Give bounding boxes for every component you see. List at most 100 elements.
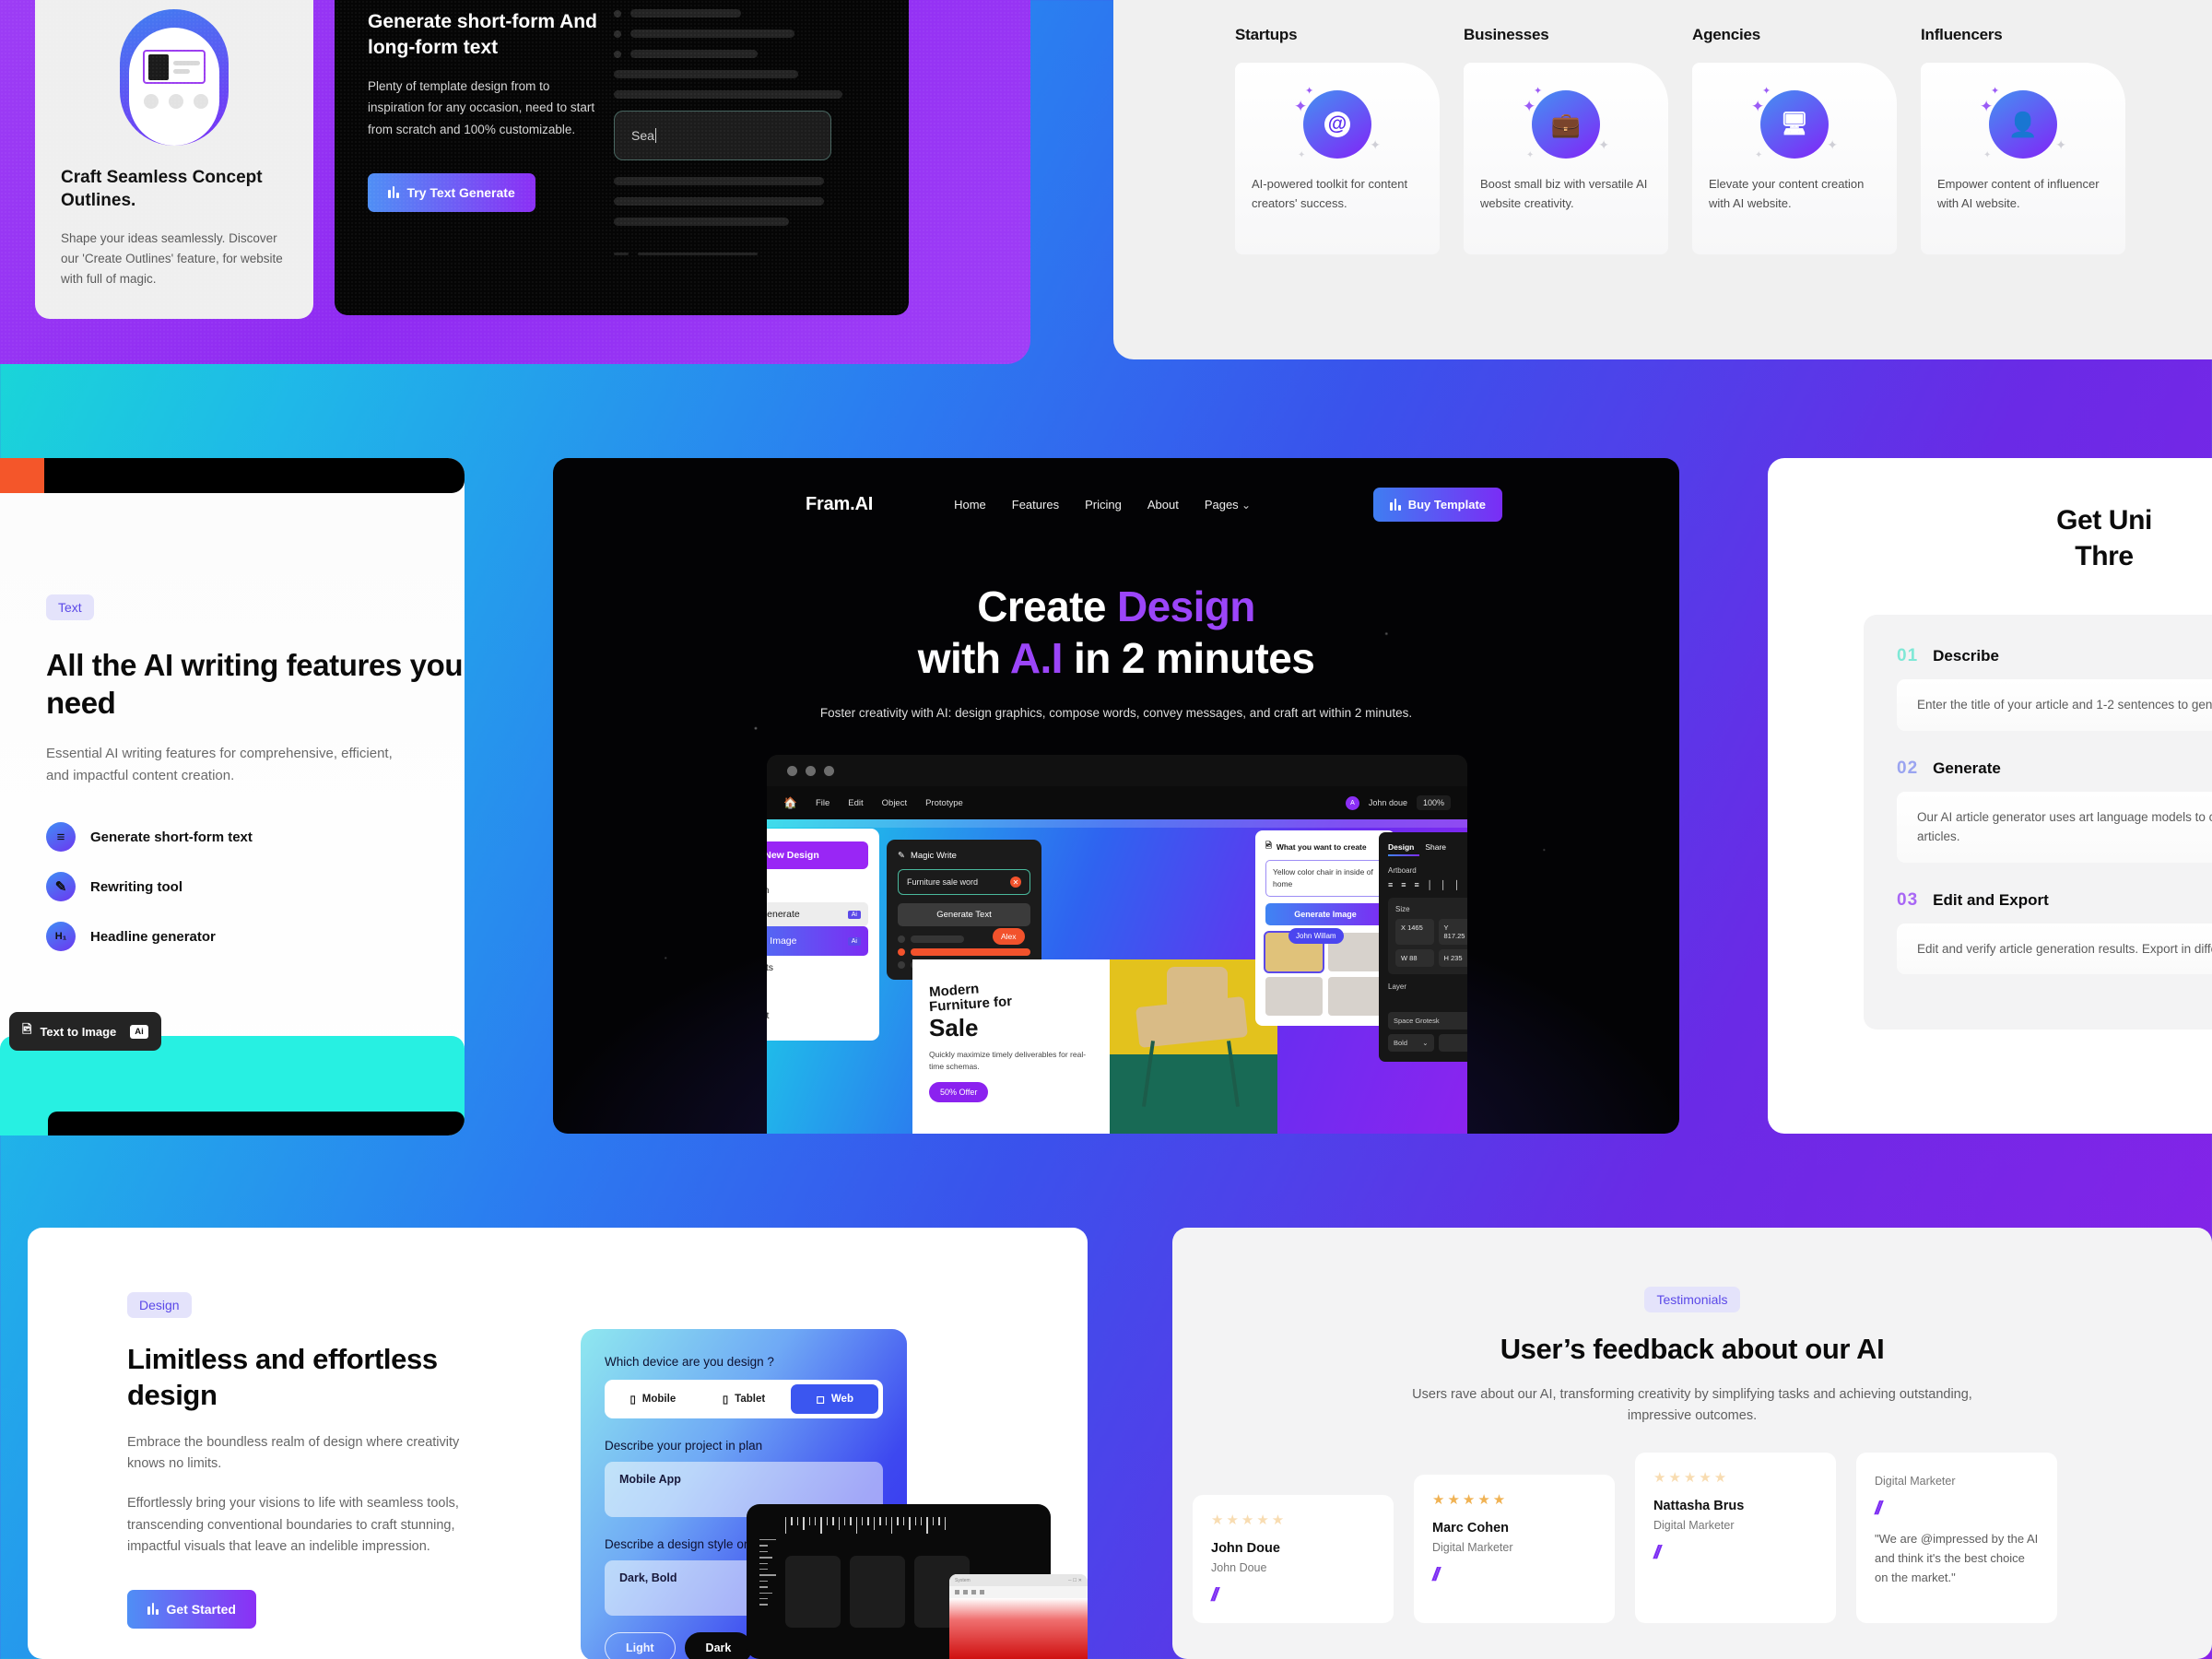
image-results bbox=[1264, 930, 1385, 1016]
align-tools[interactable]: ≡ ≡ ≡ │ │ │ bbox=[1388, 880, 1467, 889]
briefcase-icon: 💼 ✦ ✦ ✦ ✦ bbox=[1523, 86, 1609, 160]
size-x[interactable]: X 1465 bbox=[1395, 919, 1434, 945]
nav-item-pricing[interactable]: Pricing bbox=[1085, 498, 1122, 512]
size-w[interactable]: W 88 bbox=[1395, 949, 1434, 967]
steps-heading-line1: Get Uni bbox=[2056, 505, 2152, 535]
buy-template-button[interactable]: Buy Template bbox=[1373, 488, 1502, 522]
limitless-design-panel: Design Limitless and effortless design E… bbox=[28, 1228, 1088, 1659]
sidebar-item-layout[interactable]: ▤Layout bbox=[767, 1004, 868, 1028]
theme-option-dark[interactable]: Dark bbox=[684, 1632, 753, 1659]
search-input[interactable]: Sea bbox=[614, 111, 831, 160]
hero-section: Fram.AI Home Features Pricing About Page… bbox=[553, 458, 1679, 1134]
testimonials-heading: User’s feedback about our AI bbox=[1500, 1333, 1885, 1365]
feature-label: Rewriting tool bbox=[90, 878, 182, 895]
step-number: 03 bbox=[1897, 889, 1919, 910]
list-item: ★★★★★ Nattasha Brus Digital Marketer // bbox=[1635, 1453, 1836, 1623]
size-y[interactable]: Y 817.25 bbox=[1438, 919, 1467, 945]
new-design-button[interactable]: New Design bbox=[767, 841, 868, 869]
window-controls[interactable] bbox=[767, 755, 1467, 786]
sidebar-item-elements[interactable]: ◇Elemets bbox=[767, 956, 868, 980]
outline-illustration-icon bbox=[120, 9, 229, 146]
align-bottom-icon: │ bbox=[1454, 880, 1460, 889]
buy-template-label: Buy Template bbox=[1407, 498, 1486, 512]
avatar: A bbox=[1345, 795, 1359, 810]
testimonials-tag-badge: Testimonials bbox=[1644, 1287, 1740, 1312]
font-weight-select[interactable]: Bold ⌄ bbox=[1388, 1034, 1434, 1052]
ruler-ticks bbox=[747, 1504, 1051, 1534]
list-item[interactable]: ≡ Generate short-form text bbox=[46, 822, 465, 853]
font-size-input[interactable]: 11 bbox=[1438, 1034, 1467, 1052]
font-select[interactable]: Space Grotesk⌄ bbox=[1388, 1012, 1467, 1030]
top-left-purple-panel: Craft Seamless Concept Outlines. Shape y… bbox=[0, 0, 1030, 364]
theme-option-light[interactable]: Light bbox=[605, 1632, 676, 1659]
step-01: 01 Describe Enter the title of your arti… bbox=[1897, 646, 2212, 731]
craft-outlines-title: Craft Seamless Concept Outlines. bbox=[61, 168, 263, 211]
image-thumb[interactable] bbox=[1265, 976, 1323, 1016]
weight-value: Bold bbox=[1394, 1039, 1408, 1047]
testimonial-role: Digital Marketer bbox=[1653, 1519, 1735, 1532]
nav-item-features[interactable]: Features bbox=[1012, 498, 1059, 512]
image-thumb[interactable] bbox=[1328, 976, 1385, 1016]
menu-file[interactable]: File bbox=[816, 798, 830, 808]
generate-image-button[interactable]: Generate Image bbox=[1265, 902, 1385, 925]
sidebar-item-label: Design bbox=[767, 885, 770, 896]
text-skeleton-preview: Sea bbox=[614, 9, 890, 267]
menu-edit[interactable]: Edit bbox=[848, 798, 863, 808]
device-option-web[interactable]: ◻ Web bbox=[791, 1384, 879, 1414]
hero-subtext: Foster creativity with AI: design graphi… bbox=[819, 706, 1413, 721]
clear-icon[interactable]: ✕ bbox=[1010, 877, 1021, 888]
device-question: Which device are you design ? bbox=[605, 1355, 774, 1369]
pencil-icon: ✎ bbox=[898, 851, 905, 861]
design-heading: Limitless and effortless design bbox=[127, 1343, 438, 1411]
align-right-icon: ≡ bbox=[1414, 880, 1419, 889]
ai-chip: Ai bbox=[130, 1024, 148, 1039]
step-title: Generate bbox=[1933, 759, 2001, 777]
testimonial-cards: ★★★★★ John Doue John Doue // ★★★★★ Marc … bbox=[1193, 1453, 2212, 1623]
device-option-tablet[interactable]: ▯ Tablet bbox=[700, 1384, 788, 1414]
tab-share[interactable]: Share bbox=[1425, 842, 1446, 852]
nav-item-home[interactable]: Home bbox=[954, 498, 986, 512]
try-text-generate-button[interactable]: Try Text Generate bbox=[368, 172, 535, 212]
text-to-image-badge[interactable]: 🖻 Text to Image Ai bbox=[9, 1012, 161, 1051]
menu-object[interactable]: Object bbox=[882, 798, 907, 808]
editor-menubar: 🏠 File Edit Object Prototype A John doue… bbox=[767, 786, 1467, 819]
category-desc: AI-powered toolkit for content creators'… bbox=[1252, 177, 1408, 210]
device-option-mobile[interactable]: ▯ Mobile bbox=[609, 1384, 697, 1414]
list-item: ★★★★★ John Doue John Doue // bbox=[1193, 1495, 1394, 1623]
get-started-button[interactable]: Get Started bbox=[127, 1589, 256, 1629]
generate-text-button[interactable]: Generate Text bbox=[898, 903, 1030, 926]
category-businesses[interactable]: Businesses 💼 ✦ ✦ ✦ ✦ Boost small biz with … bbox=[1464, 26, 1668, 254]
sidebar-item-text[interactable]: TText bbox=[767, 980, 868, 1004]
brand-logo[interactable]: Fram.AI bbox=[806, 494, 873, 515]
testimonial-role: John Doue bbox=[1211, 1561, 1267, 1574]
home-icon[interactable]: 🏠 bbox=[783, 796, 797, 809]
testimonial-name: Nattasha Brus bbox=[1653, 1499, 1745, 1513]
hero-h2-accent: A.I bbox=[1009, 634, 1064, 683]
ai-writing-features-panel: Text All the AI writing features you nee… bbox=[0, 458, 465, 1135]
testimonial-name: Marc Cohen bbox=[1432, 1521, 1509, 1535]
sidebar-item-text-to-image[interactable]: 🖻Text to ImageAi bbox=[767, 926, 868, 956]
category-startups[interactable]: Startups @ ✦ ✦ ✦ ✦ AI-powered toolkit for … bbox=[1235, 26, 1440, 254]
menu-prototype[interactable]: Prototype bbox=[925, 798, 963, 808]
quote-icon: // bbox=[1432, 1565, 1440, 1585]
nav-item-about[interactable]: About bbox=[1147, 498, 1179, 512]
color-gradient[interactable] bbox=[949, 1598, 1088, 1659]
at-sign-icon: @ ✦ ✦ ✦ ✦ bbox=[1294, 86, 1381, 160]
list-item[interactable]: ✎ Rewriting tool bbox=[46, 872, 465, 902]
tab-design[interactable]: Design bbox=[1388, 842, 1414, 852]
category-agencies[interactable]: Agencies 🖥 ✦ ✦ ✦ ✦ Elevate your content cr… bbox=[1692, 26, 1897, 254]
zoom-level[interactable]: 100% bbox=[1416, 795, 1451, 810]
image-prompt-input[interactable]: Yellow color chair in inside of home bbox=[1265, 860, 1385, 897]
list-item[interactable]: H₁ Headline generator bbox=[46, 922, 465, 952]
image-prompt-value: Yellow color chair in inside of home bbox=[1273, 867, 1373, 888]
magic-write-input[interactable]: Furniture sale word ✕ bbox=[898, 869, 1030, 895]
step-number: 02 bbox=[1897, 758, 1919, 778]
size-h[interactable]: H 235 bbox=[1438, 949, 1467, 967]
editor-mockup: 🏠 File Edit Object Prototype A John doue… bbox=[767, 755, 1467, 1134]
sidebar-item-text-generate[interactable]: ✎Text GenerateAi bbox=[767, 902, 868, 926]
steps-list: 01 Describe Enter the title of your arti… bbox=[1864, 615, 2212, 1030]
sidebar-item-design[interactable]: ✎Design bbox=[767, 878, 868, 902]
nav-item-pages[interactable]: Pages bbox=[1205, 498, 1251, 512]
category-influencers[interactable]: Influencers 👤 ✦ ✦ ✦ ✦ Empower content of i… bbox=[1921, 26, 2125, 254]
project-value: Mobile App bbox=[619, 1473, 681, 1486]
